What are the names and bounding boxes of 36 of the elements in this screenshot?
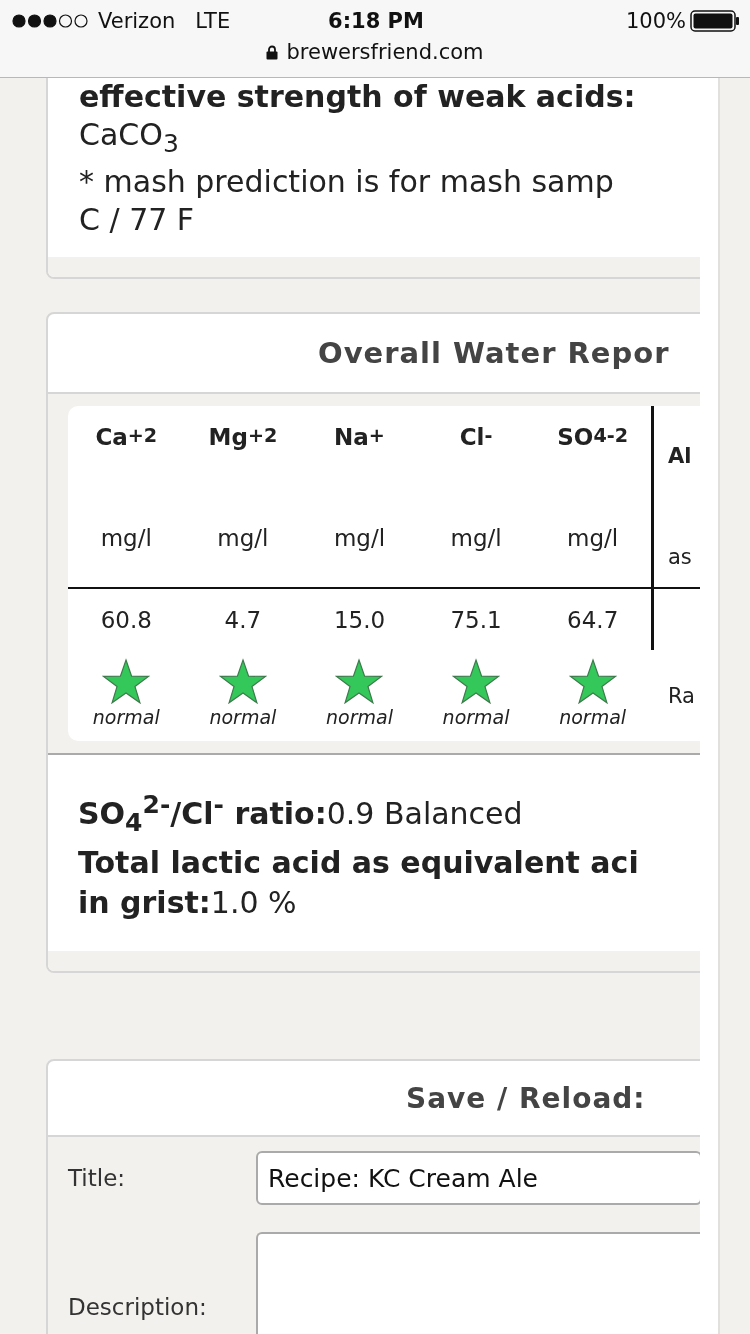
lock-icon — [266, 44, 279, 60]
time-text: 6:18 PM — [328, 9, 424, 33]
rating-text: normal — [92, 706, 160, 728]
url-text[interactable]: brewersfriend.com — [286, 40, 484, 64]
rating-text: normal — [326, 706, 393, 728]
section-title: Save / Reload: — [406, 1081, 646, 1115]
summary-text: in grist:1.0 % — [78, 884, 298, 922]
unit-cell-text: mg/l — [566, 524, 620, 553]
unit-cell-text: mg/l — [99, 524, 153, 553]
value-cell-text: 15.0 — [332, 605, 387, 635]
network-text: LTE — [195, 9, 231, 33]
value-cell-text: 4.7 — [223, 605, 263, 635]
battery-icon — [690, 10, 740, 32]
title-field[interactable]: Recipe: KC Cream Ale — [256, 1151, 700, 1205]
summary-text: Total lactic acid as equivalent aci — [78, 844, 640, 882]
unit-cell-text: mg/l — [449, 524, 503, 553]
rating-text: normal — [442, 706, 510, 728]
result-text: CaCO$_{3}$ — [79, 116, 180, 160]
result-label: effective strength of weak acids: — [79, 78, 637, 116]
unit-cell-text: mg/l — [216, 524, 270, 553]
rating-text: normal — [559, 706, 627, 728]
result-text: * mash prediction is for mash samp — [79, 163, 615, 201]
section-title: Overall Water Repor — [318, 336, 670, 370]
value-cell-text: 60.8 — [99, 605, 153, 635]
value-cell-text: 75.1 — [449, 605, 503, 635]
rating-text: Ra — [667, 683, 695, 708]
field-label: Title: — [68, 1165, 127, 1191]
unit-cell-text: mg/l — [332, 524, 387, 553]
carrier-text: Verizon — [98, 9, 176, 33]
value-cell-text: 64.7 — [566, 605, 620, 635]
field-label: Description: — [68, 1294, 208, 1320]
rating-text: normal — [209, 706, 277, 728]
signal-icon — [12, 14, 88, 28]
battery-text: 100% — [625, 9, 686, 33]
result-text: C / 77 F — [79, 201, 196, 239]
summary-text: SO$_{4}$$^{2-}$/Cl$^{-}$ ratio:0.9 Balanced — [78, 789, 524, 839]
